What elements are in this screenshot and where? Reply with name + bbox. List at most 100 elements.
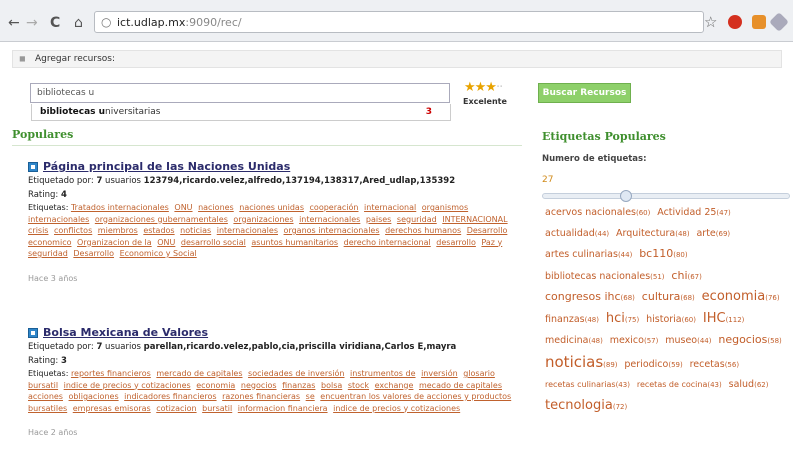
popular-tag-link[interactable]: IHC(112) bbox=[703, 309, 745, 331]
tag-link[interactable]: ONU bbox=[157, 238, 175, 247]
tag-link[interactable]: bolsa bbox=[321, 381, 342, 390]
popular-tag-link[interactable]: arte(69) bbox=[696, 224, 730, 245]
tag-link[interactable]: seguridad bbox=[397, 215, 437, 224]
tag-link[interactable]: bursatil bbox=[202, 404, 232, 413]
tag-link[interactable]: empresas emisoras bbox=[73, 404, 151, 413]
tag-link[interactable]: exchange bbox=[375, 381, 414, 390]
tag-link[interactable]: internacionales bbox=[217, 226, 278, 235]
popular-tag-link[interactable]: economia(76) bbox=[702, 287, 780, 309]
popular-tag-name: historia bbox=[646, 313, 682, 325]
tag-link[interactable]: derecho internacional bbox=[344, 238, 431, 247]
popular-tag-link[interactable]: finanzas(48) bbox=[545, 310, 599, 331]
tag-link[interactable]: conflictos bbox=[54, 226, 92, 235]
search-resources-button[interactable]: Buscar Recursos bbox=[538, 83, 631, 103]
tag-link[interactable]: naciones unidas bbox=[239, 203, 304, 212]
tag-link[interactable]: finanzas bbox=[282, 381, 315, 390]
bookmark-star-icon[interactable]: ☆ bbox=[704, 13, 717, 31]
tag-link[interactable]: cooperación bbox=[310, 203, 359, 212]
tag-link[interactable]: derechos humanos bbox=[385, 226, 461, 235]
popular-tag-link[interactable]: salud(62) bbox=[729, 375, 769, 396]
popular-tag-link[interactable]: artes culinarias(44) bbox=[545, 245, 632, 266]
tag-link[interactable]: naciones bbox=[198, 203, 234, 212]
search-input[interactable] bbox=[30, 83, 450, 103]
popular-tag-link[interactable]: acervos nacionales(60) bbox=[545, 203, 650, 224]
tag-link[interactable]: organos internacionales bbox=[284, 226, 380, 235]
tag-link[interactable]: economia bbox=[196, 381, 235, 390]
address-bar[interactable]: ○ ict.udlap.mx:9090/rec/ bbox=[94, 11, 704, 33]
extension-tag-icon[interactable] bbox=[769, 12, 789, 32]
popular-tag-link[interactable]: actualidad(44) bbox=[545, 224, 609, 245]
tag-link[interactable]: indicadores financieros bbox=[124, 392, 216, 401]
popular-tag-link[interactable]: hci(75) bbox=[606, 309, 639, 331]
tag-link[interactable]: reportes financieros bbox=[71, 369, 151, 378]
popular-tag-link[interactable]: medicina(48) bbox=[545, 331, 603, 352]
tag-link[interactable]: mercado de capitales bbox=[156, 369, 242, 378]
tag-link[interactable]: noticias bbox=[180, 226, 211, 235]
popular-tag-link[interactable]: noticias(89) bbox=[545, 352, 618, 376]
popular-tag-link[interactable]: recetas culinarias(43) bbox=[545, 375, 630, 396]
popular-tag-link[interactable]: mexico(57) bbox=[610, 331, 659, 352]
tag-link[interactable]: Organizacion de la bbox=[77, 238, 152, 247]
popular-tag-count: (60) bbox=[636, 209, 651, 217]
tag-link[interactable]: Desarrollo bbox=[73, 249, 114, 258]
autocomplete-suggestion[interactable]: bibliotecas universitarias 3 bbox=[31, 104, 451, 121]
tag-link[interactable]: indice de precios y cotizaciones bbox=[333, 404, 460, 413]
extension-orange-icon[interactable] bbox=[752, 15, 766, 29]
tag-link[interactable]: indice de precios y cotizaciones bbox=[64, 381, 191, 390]
tag-link[interactable]: Economico y Social bbox=[120, 249, 197, 258]
popular-tag-link[interactable]: chi(67) bbox=[671, 266, 701, 288]
slider-handle[interactable] bbox=[620, 190, 633, 202]
tag-link[interactable]: ONU bbox=[174, 203, 192, 212]
home-icon[interactable]: ⌂ bbox=[74, 15, 83, 31]
tag-link[interactable]: stock bbox=[348, 381, 369, 390]
tag-count-slider[interactable] bbox=[542, 190, 790, 202]
page-info-icon[interactable]: ○ bbox=[101, 15, 111, 29]
tag-link[interactable]: obligaciones bbox=[69, 392, 119, 401]
popular-tag-link[interactable]: periodico(59) bbox=[624, 355, 682, 376]
tag-link[interactable]: mecado de capitales bbox=[419, 381, 502, 390]
resource-title-link[interactable]: Página principal de las Naciones Unidas bbox=[43, 160, 290, 173]
tag-link[interactable]: negocios bbox=[241, 381, 277, 390]
tag-link[interactable]: internacionales bbox=[299, 215, 360, 224]
popular-tag-link[interactable]: recetas(56) bbox=[690, 355, 739, 376]
rating-stars[interactable]: ★★★·· bbox=[464, 80, 503, 95]
add-resources-bar[interactable]: ◼ Agregar recursos: bbox=[12, 50, 782, 68]
popular-tag-link[interactable]: congresos ihc(68) bbox=[545, 287, 635, 309]
popular-tag-link[interactable]: recetas de cocina(43) bbox=[637, 375, 722, 396]
tag-link[interactable]: miembros bbox=[98, 226, 138, 235]
tag-link[interactable]: organizaciones bbox=[233, 215, 293, 224]
popular-tag-link[interactable]: negocios(58) bbox=[718, 330, 781, 352]
expand-icon[interactable]: ◼ bbox=[19, 54, 26, 63]
popular-tag-link[interactable]: museo(44) bbox=[665, 331, 711, 352]
tag-link[interactable]: sociedades de inversión bbox=[248, 369, 344, 378]
tag-link[interactable]: instrumentos de bbox=[350, 369, 415, 378]
tag-link[interactable]: estados bbox=[143, 226, 174, 235]
tag-link[interactable]: internacional bbox=[364, 203, 416, 212]
tag-link[interactable]: cotizacion bbox=[156, 404, 196, 413]
tag-link[interactable]: se bbox=[306, 392, 315, 401]
tag-link[interactable]: crisis bbox=[28, 226, 48, 235]
back-arrow-icon[interactable]: ← bbox=[8, 15, 20, 31]
popular-tag-link[interactable]: cultura(68) bbox=[642, 287, 695, 309]
tag-link[interactable]: inversión bbox=[421, 369, 458, 378]
reload-icon[interactable]: C bbox=[50, 15, 60, 31]
resource-title-link[interactable]: Bolsa Mexicana de Valores bbox=[43, 326, 208, 339]
tag-link[interactable]: organizaciones gubernamentales bbox=[95, 215, 228, 224]
popular-tag-link[interactable]: Actividad 25(47) bbox=[657, 203, 731, 224]
popular-tag-link[interactable]: bc110(80) bbox=[639, 244, 687, 266]
popular-tag-link[interactable]: historia(60) bbox=[646, 310, 696, 331]
tag-link[interactable]: INTERNACIONAL bbox=[442, 215, 507, 224]
tag-link[interactable]: acciones bbox=[28, 392, 63, 401]
tag-link[interactable]: informacion financiera bbox=[238, 404, 328, 413]
tag-link[interactable]: asuntos humanitarios bbox=[251, 238, 338, 247]
extension-red-icon[interactable] bbox=[728, 15, 742, 29]
tag-link[interactable]: razones financieras bbox=[222, 392, 300, 401]
forward-arrow-icon[interactable]: → bbox=[26, 15, 38, 31]
tag-link[interactable]: desarrollo social bbox=[181, 238, 246, 247]
tag-link[interactable]: paises bbox=[366, 215, 391, 224]
tag-link[interactable]: Tratados internacionales bbox=[71, 203, 169, 212]
tag-link[interactable]: desarrollo bbox=[436, 238, 476, 247]
popular-tag-link[interactable]: bibliotecas nacionales(51) bbox=[545, 267, 665, 288]
popular-tag-link[interactable]: tecnologia(72) bbox=[545, 396, 627, 418]
popular-tag-link[interactable]: Arquitectura(48) bbox=[616, 224, 690, 245]
